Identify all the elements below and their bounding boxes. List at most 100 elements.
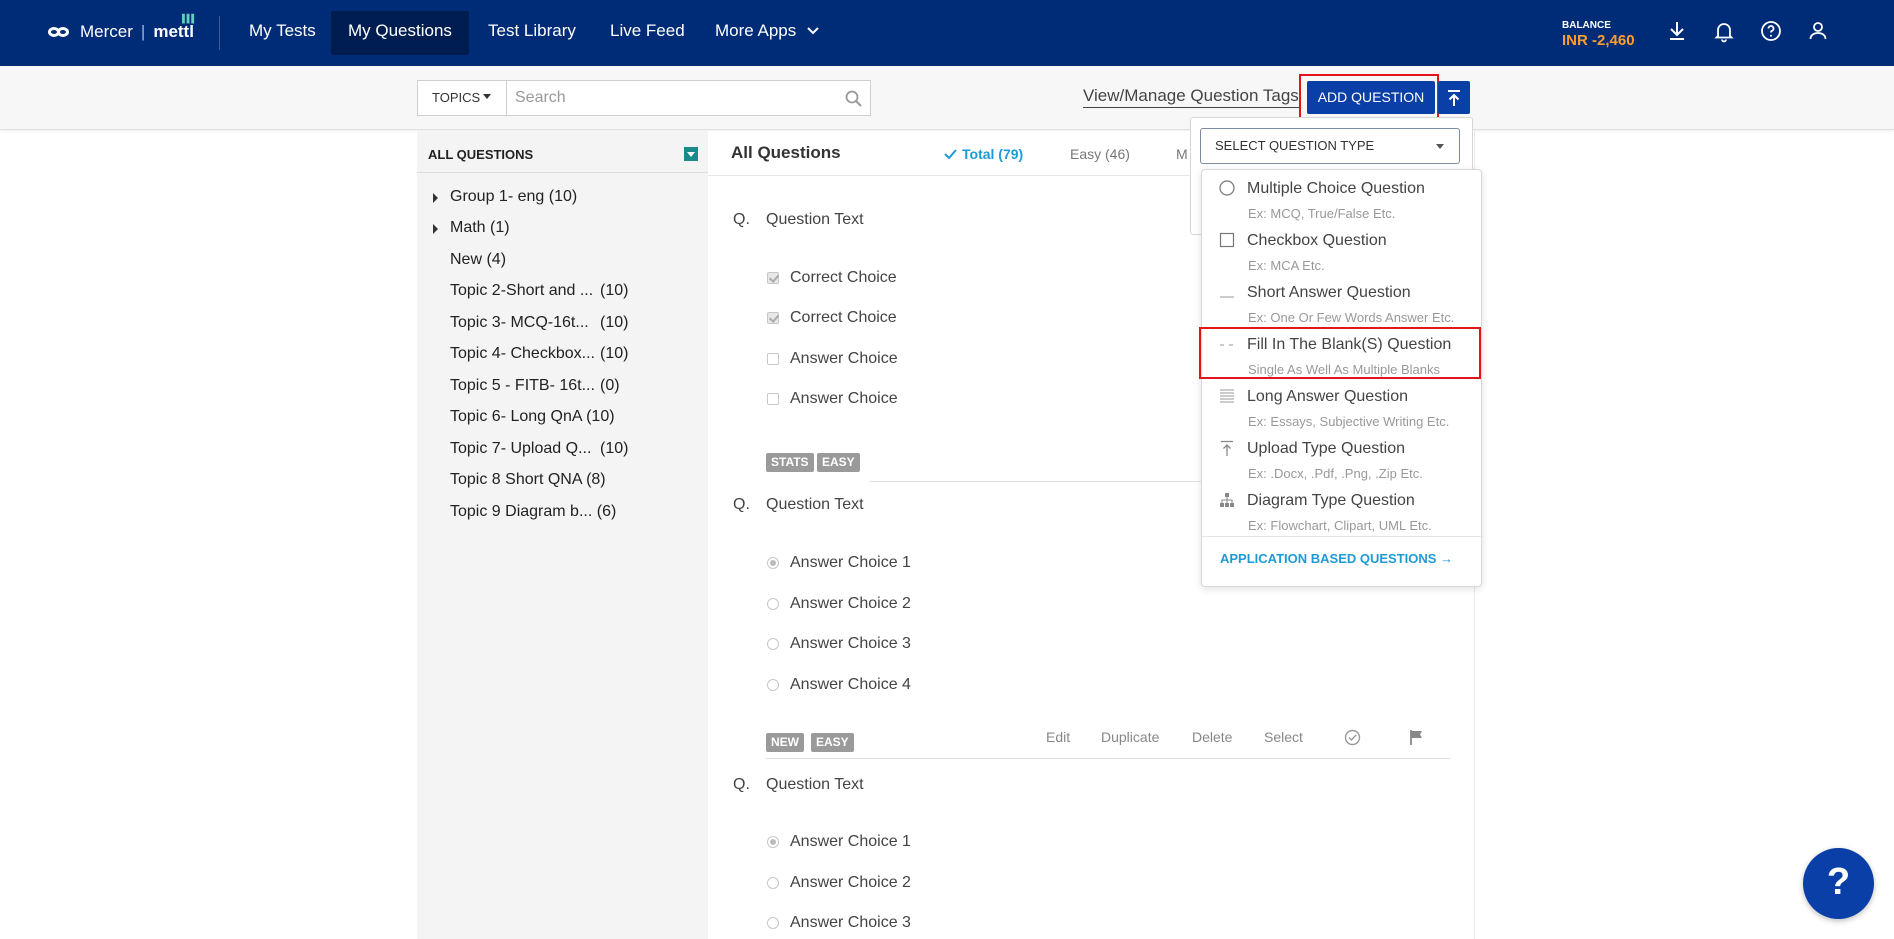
expand-arrow-icon[interactable] [433, 193, 438, 203]
filter-medium[interactable]: M [1176, 146, 1188, 162]
manage-question-tags-link[interactable]: View/Manage Question Tags [1083, 86, 1299, 108]
search-box [506, 80, 871, 116]
question-text: Question Text [766, 776, 864, 793]
nav-test-library[interactable]: Test Library [471, 11, 593, 55]
short-line-icon [1220, 296, 1234, 298]
sidebar-item-count: (10) [600, 282, 629, 299]
radio-icon [1219, 180, 1235, 196]
sidebar-item-label: Topic 8 Short QNA [450, 471, 582, 488]
bulk-upload-button[interactable] [1438, 81, 1470, 114]
menu-item-example: Ex: MCA Etc. [1248, 258, 1325, 273]
select-question-type-label: SELECT QUESTION TYPE [1215, 138, 1375, 153]
help-chat-button[interactable]: ? [1803, 848, 1874, 919]
menu-item-title: Short Answer Question [1247, 284, 1411, 301]
choice-item: Answer Choice 1 [767, 833, 911, 851]
sidebar-item-label: Topic 4- Checkbox... [450, 345, 595, 362]
difficulty-badge: EASY [817, 453, 860, 472]
upload-icon [1448, 90, 1460, 106]
caret-down-icon [483, 94, 492, 99]
sidebar-item-topic-4[interactable]: Topic 4- Checkbox... (10) [450, 345, 628, 363]
menu-item-title: Upload Type Question [1247, 440, 1406, 457]
radio-selected [767, 557, 779, 569]
menu-item-checkbox[interactable]: Checkbox Question Ex: MCA Etc. [1202, 222, 1483, 274]
sidebar-item-topic-7[interactable]: Topic 7- Upload Q... (10) [450, 440, 628, 458]
application-based-questions-link[interactable]: APPLICATION BASED QUESTIONS → [1220, 551, 1453, 566]
sidebar-item-count: (0) [600, 377, 620, 394]
bell-icon[interactable] [1712, 19, 1736, 43]
delete-button[interactable]: Delete [1192, 729, 1232, 745]
menu-item-title: Checkbox Question [1247, 232, 1387, 249]
question-divider [766, 758, 1450, 759]
mercer-mettl-logo[interactable]: Mercer | mettl ▌▌▌ [48, 14, 197, 42]
select-question-type-dropdown[interactable]: SELECT QUESTION TYPE [1200, 128, 1460, 164]
sidebar-item-label: Topic 5 - FITB- 16t... [450, 377, 595, 394]
brand-separator: | [140, 22, 146, 41]
sidebar-header: ALL QUESTIONS [417, 143, 708, 173]
lines-icon [1220, 389, 1234, 403]
question-prefix: Q. [733, 496, 750, 513]
choice-item: Answer Choice 2 [767, 874, 911, 892]
search-icon[interactable] [844, 89, 864, 109]
checkbox-unchecked [767, 353, 779, 365]
tag-badge: STATS [766, 453, 814, 472]
question-text: Question Text [766, 496, 864, 513]
help-circle-icon[interactable] [1759, 19, 1783, 43]
menu-item-title: Diagram Type Question [1247, 492, 1415, 509]
sidebar-item-group-1-eng[interactable]: Group 1- eng (10) [433, 188, 578, 206]
page-title: All Questions [731, 143, 841, 162]
sidebar-item-count: (10) [600, 314, 629, 331]
menu-item-short-answer[interactable]: Short Answer Question Ex: One Or Few Wor… [1202, 274, 1483, 326]
nav-more-apps[interactable]: More Apps [698, 11, 836, 55]
expand-arrow-icon[interactable] [433, 224, 438, 234]
sidebar-item-count: (10) [586, 408, 615, 425]
filter-total[interactable]: Total (79) [944, 146, 1023, 162]
edit-button[interactable]: Edit [1046, 729, 1070, 745]
sidebar-item-topic-9[interactable]: Topic 9 Diagram b... (6) [450, 503, 616, 521]
filter-easy[interactable]: Easy (46) [1070, 146, 1130, 162]
flag-icon[interactable] [1409, 729, 1424, 746]
sidebar-item-topic-8[interactable]: Topic 8 Short QNA (8) [450, 471, 606, 489]
select-all-checkbox[interactable] [684, 147, 698, 161]
sidebar-item-count: (1) [490, 219, 510, 236]
sidebar-item-label: Math [450, 219, 486, 236]
choice-item: Answer Choice 3 [767, 914, 911, 932]
menu-item-diagram-type[interactable]: Diagram Type Question Ex: Flowchart, Cli… [1202, 482, 1483, 534]
sidebar-item-count: (10) [548, 188, 578, 205]
question-prefix: Q. [733, 776, 750, 793]
radio-selected [767, 836, 779, 848]
nav-my-questions[interactable]: My Questions [331, 11, 469, 55]
menu-item-upload-type[interactable]: Upload Type Question Ex: .Docx, .Pdf, .P… [1202, 430, 1483, 482]
sidebar-item-topic-3[interactable]: Topic 3- MCQ-16t... (10) [450, 314, 628, 332]
sidebar-item-count: (10) [600, 440, 629, 457]
sidebar-item-topic-6[interactable]: Topic 6- Long QnA (10) [450, 408, 615, 426]
difficulty-badge: EASY [811, 733, 854, 752]
download-icon[interactable] [1665, 19, 1689, 43]
choice-item: Answer Choice 2 [767, 595, 911, 613]
checkbox-unchecked [767, 393, 779, 405]
nav-my-tests[interactable]: My Tests [232, 11, 333, 55]
sidebar-item-math[interactable]: Math (1) [433, 219, 510, 237]
radio-unselected [767, 917, 779, 929]
duplicate-button[interactable]: Duplicate [1101, 729, 1159, 745]
sidebar-item-new[interactable]: New (4) [450, 251, 506, 269]
sidebar-item-label: New [450, 251, 483, 268]
check-circle-icon[interactable] [1344, 729, 1361, 746]
nav-live-feed[interactable]: Live Feed [593, 11, 702, 55]
search-input[interactable] [507, 81, 827, 115]
select-button[interactable]: Select [1264, 729, 1303, 745]
user-icon[interactable] [1806, 19, 1830, 43]
choice-label: Answer Choice [790, 390, 898, 407]
sidebar-item-topic-5[interactable]: Topic 5 - FITB- 16t... (0) [450, 377, 620, 395]
menu-item-multiple-choice[interactable]: Multiple Choice Question Ex: MCQ, True/F… [1202, 170, 1483, 222]
check-icon [944, 149, 957, 160]
sidebar-item-topic-2[interactable]: Topic 2-Short and ... (10) [450, 282, 628, 300]
more-apps-label: More Apps [715, 21, 797, 40]
top-navbar: Mercer | mettl ▌▌▌ My Tests My Questions … [0, 0, 1894, 66]
radio-unselected [767, 877, 779, 889]
menu-divider [1202, 536, 1483, 537]
checkbox-icon [1219, 232, 1235, 248]
nav-divider [219, 16, 220, 50]
topics-dropdown-button[interactable]: TOPICS [417, 80, 507, 116]
sidebar-item-count: (10) [600, 345, 629, 362]
menu-item-long-answer[interactable]: Long Answer Question Ex: Essays, Subject… [1202, 378, 1483, 430]
